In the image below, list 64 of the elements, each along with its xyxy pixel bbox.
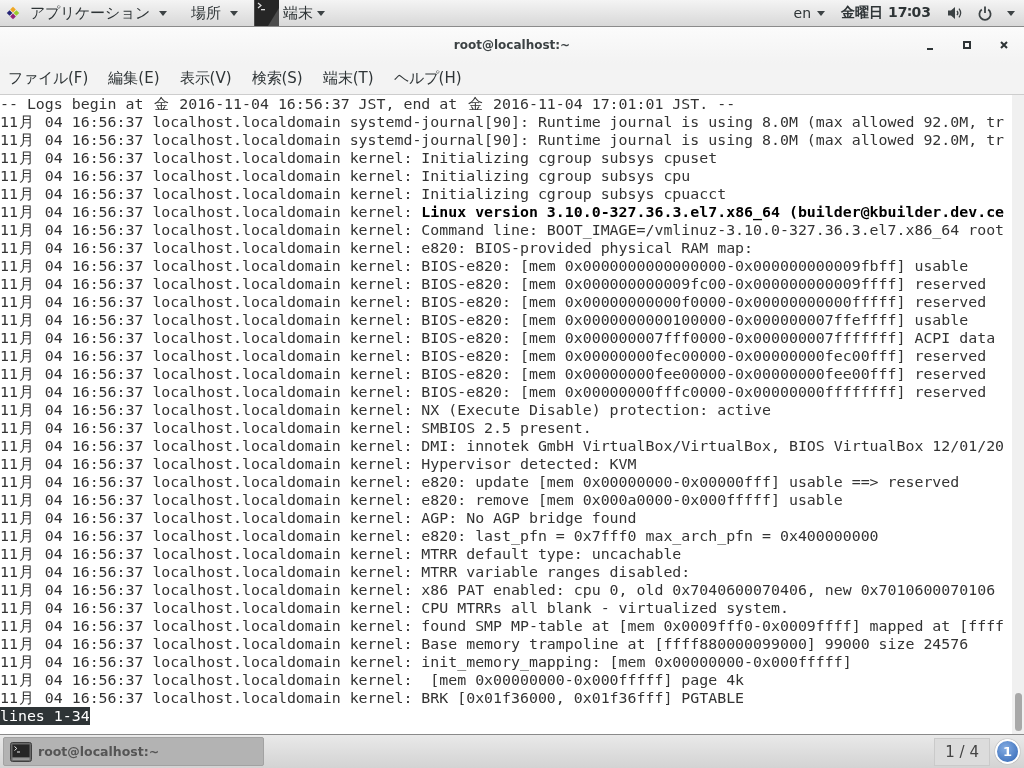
menu-item[interactable]: 端末(T)	[322, 69, 374, 88]
log-line: 11月 04 16:56:37 localhost.localdomain kernel: Command line: BOOT_IMAGE=/vmlinuz-3.10.0-327.36.3.el7.x86_64 root	[0, 221, 1005, 239]
applications-menu[interactable]: アプリケーション	[0, 0, 179, 26]
speaker-icon	[947, 6, 963, 20]
log-line: 11月 04 16:56:37 localhost.localdomain systemd-journal[90]: Runtime journal is using 8.0M (max allowed 92.0M, tr	[0, 131, 1005, 149]
log-line: 11月 04 16:56:37 localhost.localdomain kernel: SMBIOS 2.5 present.	[0, 419, 592, 437]
log-line: 11月 04 16:56:37 localhost.localdomain kernel: BIOS-e820: [mem 0x00000000fee00000-0x00000000fee00fff] reserved	[0, 365, 987, 383]
terminal-icon	[255, 0, 279, 26]
caret-icon	[817, 10, 826, 16]
maximize-icon	[962, 41, 971, 49]
log-line: 11月 04 16:56:37 localhost.localdomain kernel: Hypervisor detected: KVM	[0, 455, 637, 473]
scrollbar[interactable]	[1012, 95, 1024, 734]
log-line: 11月 04 16:56:37 localhost.localdomain kernel: Initializing cgroup subsys cpuset	[0, 149, 718, 167]
log-line: 11月 04 16:56:37 localhost.localdomain kernel: MTRR variable ranges disabled:	[0, 563, 691, 581]
log-line: 11月 04 16:56:37 localhost.localdomain kernel: init_memory_mapping: [mem 0x00000000-0x000fffff]	[0, 653, 852, 671]
log-line: 11月 04 16:56:37 localhost.localdomain kernel: BIOS-e820: [mem 0x000000000009fc00-0x000000000009ffff] reserved	[0, 275, 987, 293]
log-line: 11月 04 16:56:37 localhost.localdomain kernel: found SMP MP-table at [mem 0x0009fff0-0x0009ffff] mapped at [ffff	[0, 617, 1005, 635]
caret-icon	[159, 10, 167, 16]
scrollbar-thumb[interactable]	[1014, 693, 1022, 731]
log-line: 11月 04 16:56:37 localhost.localdomain kernel: e820: last_pfn = 0x7fff0 max_arch_pfn = 0x400000000	[0, 527, 879, 545]
terminal-icon	[10, 741, 32, 762]
log-line: 11月 04 16:56:37 localhost.localdomain kernel: BIOS-e820: [mem 0x000000007fff0000-0x000000007fffffff] ACPI data	[0, 329, 996, 347]
log-line: 11月 04 16:56:37 localhost.localdomain kernel: BIOS-e820: [mem 0x0000000000100000-0x000000007ffeffff] usable	[0, 311, 969, 329]
log-line: 11月 04 16:56:37 localhost.localdomain kernel: x86 PAT enabled: cpu 0, old 0x7040600070406, new 0x7010600070106	[0, 581, 996, 599]
log-line: 11月 04 16:56:37 localhost.localdomain kernel: MTRR default type: uncachable	[0, 545, 682, 563]
minimize-icon	[926, 48, 933, 50]
menu-item[interactable]: 検索(S)	[251, 69, 303, 88]
log-line: 11月 04 16:56:37 localhost.localdomain kernel: e820: remove [mem 0x000a0000-0x000fffff] usable	[0, 491, 843, 509]
log-line: 11月 04 16:56:37 localhost.localdomain kernel: Base memory trampoline at [ffff880000099000] 99000 size 24576	[0, 635, 969, 653]
log-line: 11月 04 16:56:37 localhost.localdomain kernel: CPU MTRRs all blank - virtualized system.	[0, 599, 789, 617]
log-line: 11月 04 16:56:37 localhost.localdomain kernel: Initializing cgroup subsys cpu	[0, 167, 691, 185]
log-line: 11月 04 16:56:37 localhost.localdomain kernel: [mem 0x00000000-0x000fffff] page 4k	[0, 671, 745, 689]
app-menu[interactable]: 端末	[254, 0, 337, 26]
power-icon	[978, 5, 992, 21]
places-menu[interactable]: 場所	[179, 0, 250, 26]
workspace-indicator[interactable]: 1 / 4	[934, 737, 990, 766]
caret-icon	[1007, 10, 1015, 16]
log-line: 11月 04 16:56:37 localhost.localdomain kernel: BIOS-e820: [mem 0x00000000fffc0000-0x00000000ffffffff] reserved	[0, 383, 987, 401]
menu-item[interactable]: ヘルプ(H)	[393, 69, 462, 88]
log-line: 11月 04 16:56:37 localhost.localdomain kernel: Initializing cgroup subsys cpuacct	[0, 185, 727, 203]
log-line: 11月 04 16:56:37 localhost.localdomain kernel: e820: BIOS-provided physical RAM map:	[0, 239, 754, 257]
input-source-menu[interactable]: en	[785, 0, 834, 26]
clock[interactable]: 金曜日 17∶03	[833, 0, 939, 26]
log-line: 11月 04 16:56:37 localhost.localdomain systemd-journal[90]: Runtime journal is using 8.0M (max allowed 92.0M, tr	[0, 113, 1005, 131]
close-icon	[999, 41, 1008, 49]
pager-status: lines 1-34	[0, 707, 90, 725]
pinwheel-icon	[6, 6, 20, 20]
caret-icon	[230, 10, 238, 16]
taskbar-window-button[interactable]: root@localhost:~	[3, 737, 264, 766]
log-line: 11月 04 16:56:37 localhost.localdomain kernel: BIOS-e820: [mem 0x00000000fec00000-0x00000000fec00fff] reserved	[0, 347, 987, 365]
menu-item[interactable]: 編集(E)	[108, 69, 160, 88]
caret-icon	[317, 10, 325, 16]
log-line: 11月 04 16:56:37 localhost.localdomain kernel: DMI: innotek GmbH VirtualBox/VirtualBox, BIOS VirtualBox 12/01/20	[0, 437, 1005, 455]
log-line: 11月 04 16:56:37 localhost.localdomain kernel: NX (Execute Disable) protection: active	[0, 401, 771, 419]
menu-item[interactable]: 表示(V)	[179, 69, 232, 88]
window-title: root@localhost:~	[453, 38, 571, 52]
log-line: 11月 04 16:56:37 localhost.localdomain kernel: e820: update [mem 0x00000000-0x00000fff] usable ==> reserved	[0, 473, 960, 491]
log-line: 11月 04 16:56:37 localhost.localdomain kernel: BIOS-e820: [mem 0x00000000000f0000-0x00000000000fffff] reserved	[0, 293, 987, 311]
log-line: 11月 04 16:56:37 localhost.localdomain kernel: Linux version 3.10.0-327.36.3.el7.x86_64 (builder@kbuilder.dev.ce	[0, 203, 1005, 221]
log-line: 11月 04 16:56:37 localhost.localdomain kernel: BRK [0x01f36000, 0x01f36fff] PGTABLE	[0, 689, 745, 707]
log-line: 11月 04 16:56:37 localhost.localdomain kernel: BIOS-e820: [mem 0x0000000000000000-0x000000000009fbff] usable	[0, 257, 969, 275]
menu-item[interactable]: ファイル(F)	[8, 69, 89, 88]
log-line: 11月 04 16:56:37 localhost.localdomain kernel: AGP: No AGP bridge found	[0, 509, 637, 527]
log-header-line: -- Logs begin at 金 2016-11-04 16:56:37 JST, end at 金 2016-11-04 17:01:01 JST. --	[0, 95, 736, 113]
